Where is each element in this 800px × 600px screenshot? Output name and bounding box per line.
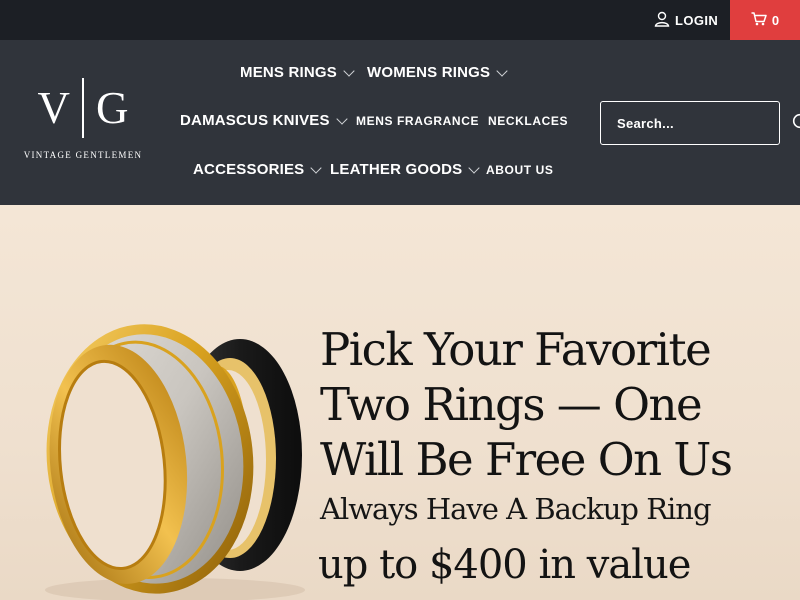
logo-letter-v: V — [37, 83, 71, 133]
search-input[interactable] — [617, 115, 792, 131]
login-link[interactable]: LOGIN — [654, 10, 718, 30]
rings-product-image — [45, 324, 305, 600]
top-utility-bar: LOGIN 0 — [0, 0, 800, 40]
chevron-down-icon — [468, 161, 480, 174]
search-icon[interactable] — [792, 112, 800, 134]
hero-headline-line-2: Two Rings — One — [320, 378, 703, 431]
search-box — [600, 101, 800, 145]
nav-accessories-label: ACCESSORIES — [193, 161, 305, 178]
nav-accessories[interactable]: ACCESSORIES — [193, 161, 323, 178]
hero-headline-line-3: Will Be Free On Us — [320, 433, 733, 486]
nav-mens-fragrance[interactable]: MENS FRAGRANCE — [356, 114, 479, 128]
nav-mens-rings-label: MENS RINGS — [240, 64, 338, 81]
hero-banner[interactable]: Pick Your Favorite Two Rings — One Will … — [0, 205, 800, 600]
hero-headline: Pick Your Favorite Two Rings — One Will … — [320, 322, 790, 487]
nav-about-us[interactable]: ABOUT US — [486, 163, 553, 177]
nav-mens-rings[interactable]: MENS RINGS — [240, 64, 355, 81]
logo-divider — [82, 78, 84, 138]
nav-necklaces-label: NECKLACES — [488, 114, 569, 128]
logo-letter-g: G — [96, 83, 129, 133]
hero-value-text: up to $400 in value — [318, 542, 691, 588]
nav-leather-goods[interactable]: LEATHER GOODS — [330, 161, 480, 178]
nav-womens-rings-label: WOMENS RINGS — [367, 64, 491, 81]
logo-brand-name: VINTAGE GENTLEMEN — [23, 150, 143, 160]
cart-icon — [751, 11, 767, 29]
chevron-down-icon — [496, 64, 508, 77]
nav-about-us-label: ABOUT US — [486, 163, 554, 177]
hero-subheadline: Always Have A Backup Ring — [320, 492, 712, 526]
nav-womens-rings[interactable]: WOMENS RINGS — [367, 64, 508, 81]
chevron-down-icon — [336, 112, 348, 125]
login-label: LOGIN — [675, 12, 719, 28]
logo-monogram: V G — [18, 76, 148, 140]
main-header: V G VINTAGE GENTLEMEN MENS RINGS WOMENS … — [0, 40, 800, 205]
nav-damascus-knives[interactable]: DAMASCUS KNIVES — [180, 112, 348, 129]
nav-damascus-knives-label: DAMASCUS KNIVES — [180, 112, 330, 129]
cart-button[interactable]: 0 — [730, 0, 800, 40]
hero-headline-line-1: Pick Your Favorite — [320, 323, 712, 376]
nav-leather-goods-label: LEATHER GOODS — [330, 161, 463, 178]
chevron-down-icon — [310, 161, 323, 174]
user-icon — [654, 11, 670, 30]
cart-count: 0 — [771, 12, 780, 28]
chevron-down-icon — [343, 64, 355, 77]
nav-necklaces[interactable]: NECKLACES — [488, 114, 568, 128]
site-logo[interactable]: V G VINTAGE GENTLEMEN — [18, 76, 148, 166]
nav-mens-fragrance-label: MENS FRAGRANCE — [356, 114, 480, 128]
